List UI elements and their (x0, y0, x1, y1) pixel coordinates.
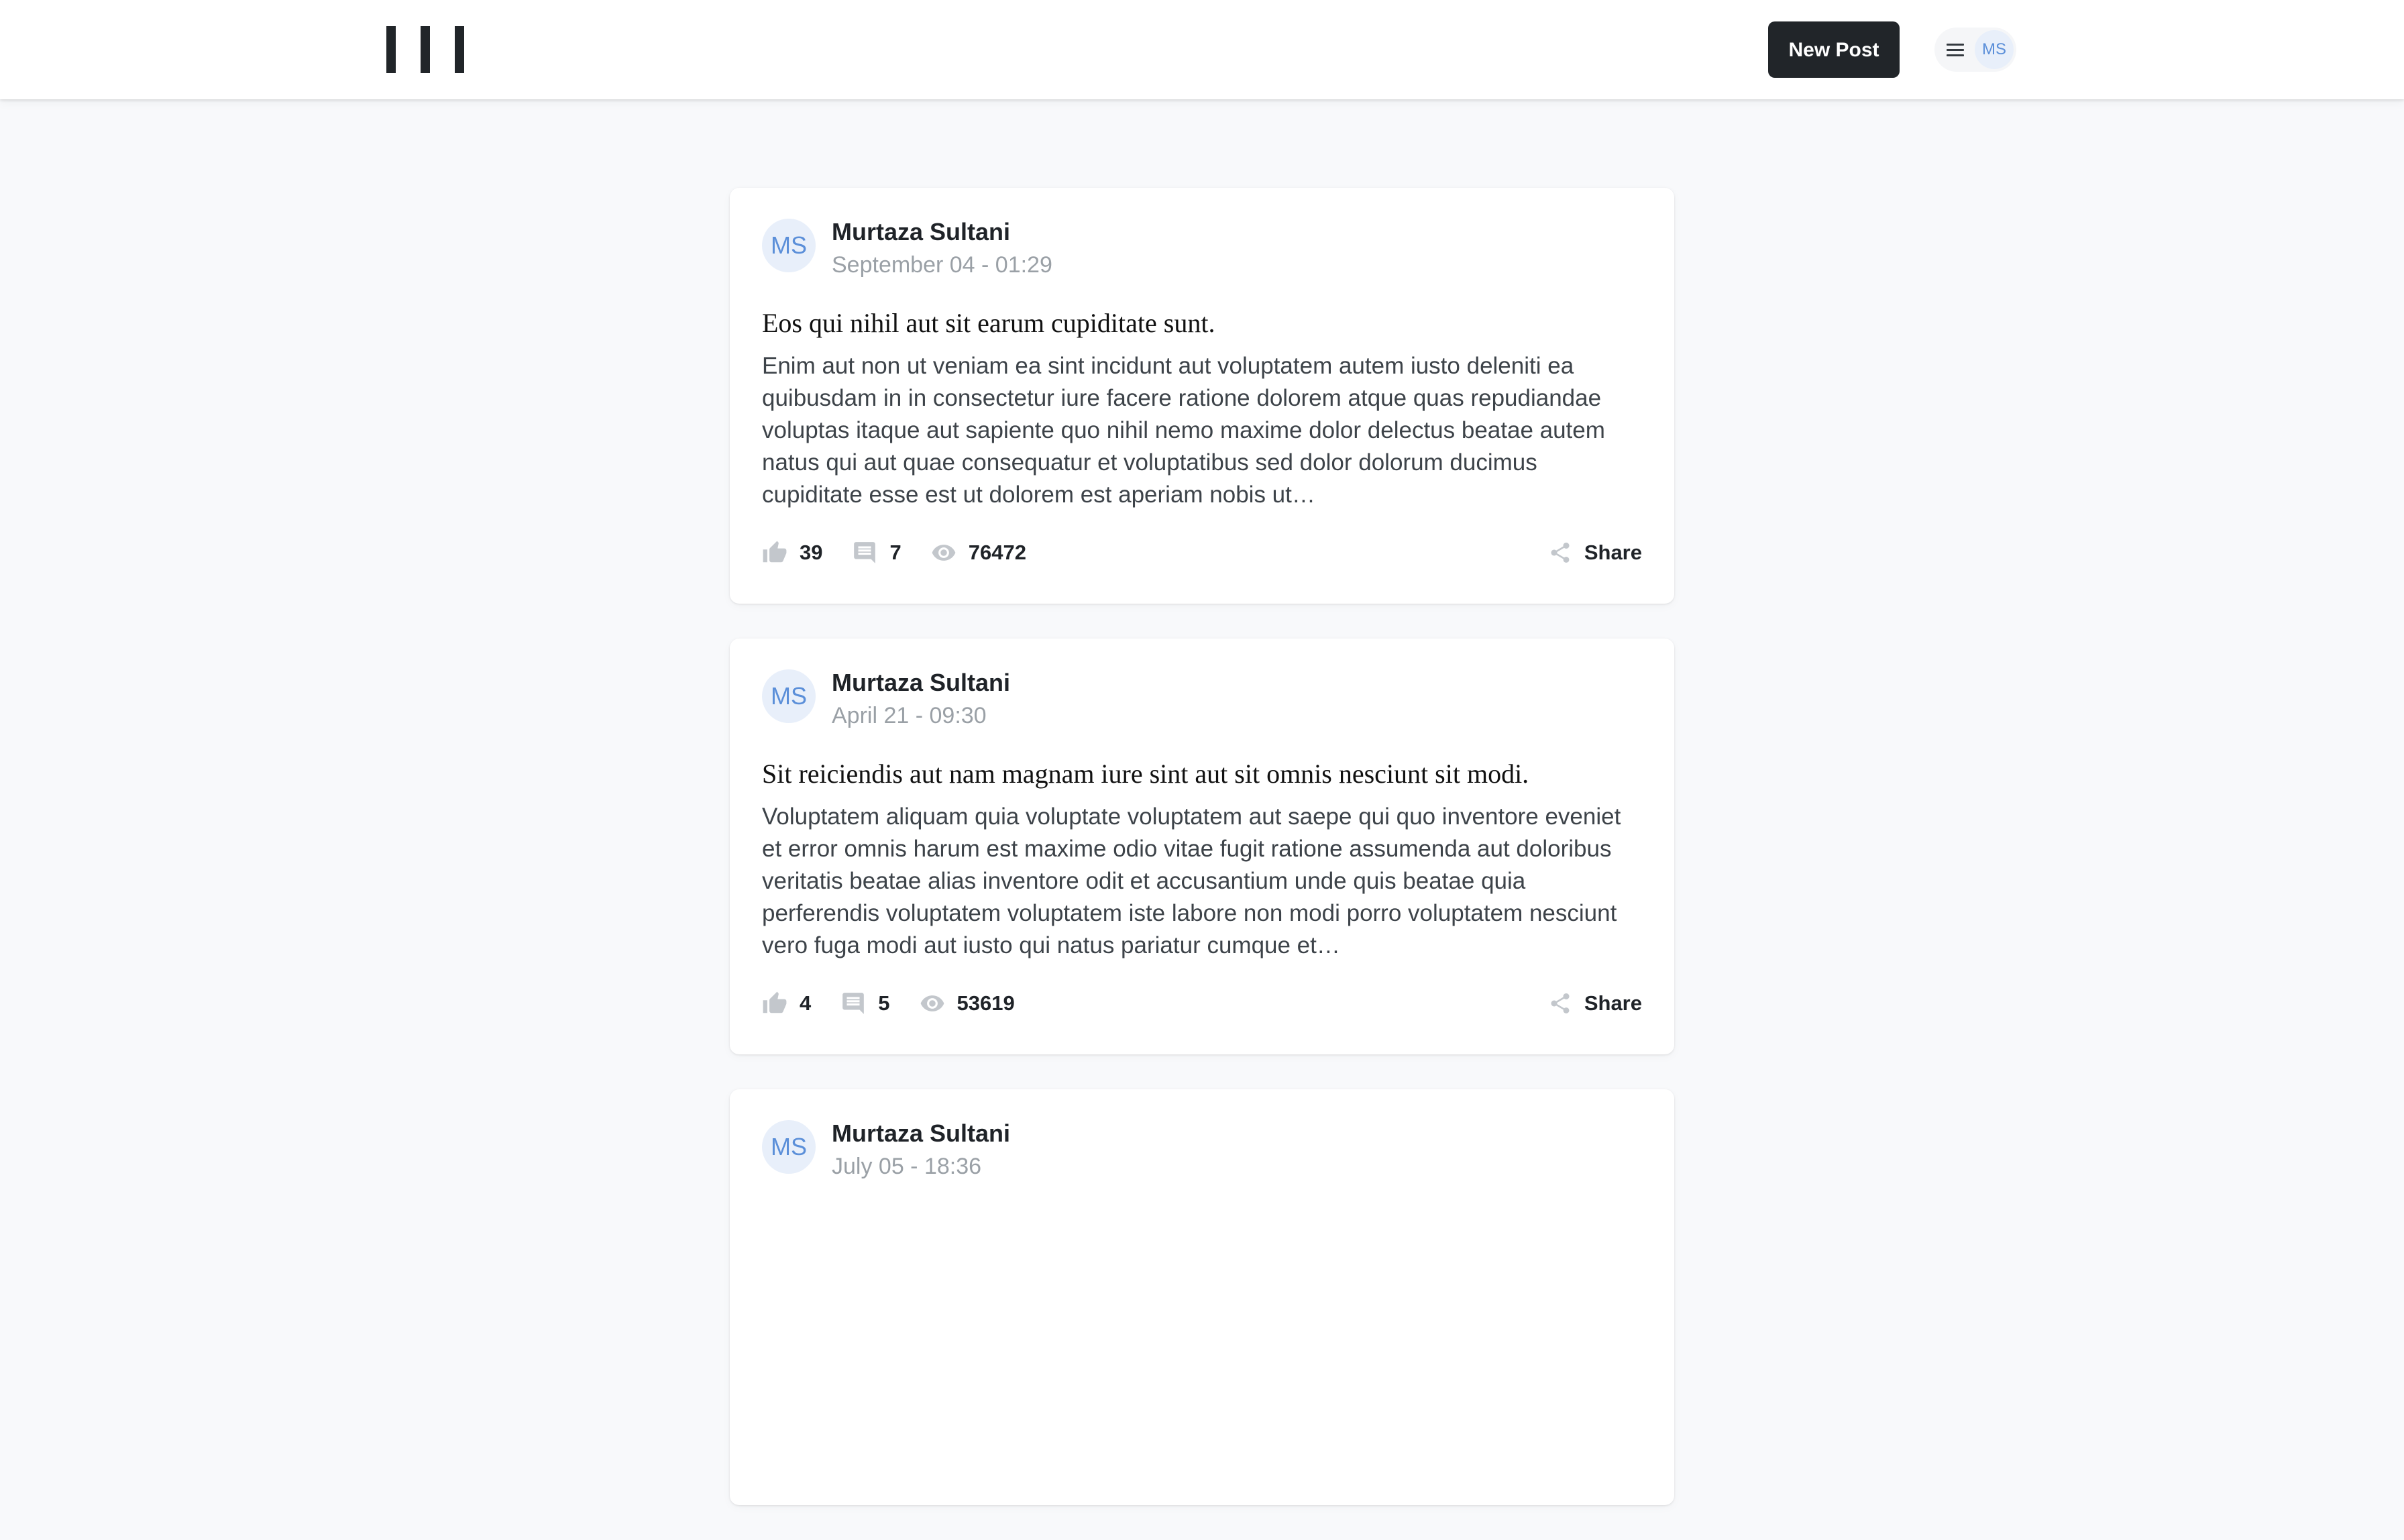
share-label: Share (1584, 541, 1642, 564)
views-stat: 76472 (931, 540, 1026, 565)
author-name[interactable]: Murtaza Sultani (832, 217, 1010, 247)
share-icon (1551, 543, 1570, 563)
eye-icon (932, 545, 956, 561)
comment-bubble-icon (854, 542, 876, 563)
comment-bubble-icon (842, 993, 865, 1014)
post-feed: MS Murtaza Sultani September 04 - 01:29 … (730, 188, 1674, 1540)
share-label: Share (1584, 991, 1642, 1015)
post-date: July 05 - 18:36 (832, 1154, 982, 1179)
post-excerpt: Enim aut non ut veniam ea sint incidunt … (762, 353, 1605, 508)
views-stat: 53619 (920, 991, 1015, 1016)
logo-bars-icon[interactable] (386, 26, 464, 73)
post-title[interactable]: Eos qui nihil aut sit earum cupiditate s… (762, 306, 1642, 341)
author-avatar[interactable]: MS (762, 1120, 816, 1174)
post-card[interactable]: MS Murtaza Sultani July 05 - 18:36 (730, 1089, 1674, 1505)
comment-button[interactable]: 7 (852, 540, 902, 565)
hamburger-menu-icon (1947, 44, 1964, 57)
top-navbar: New Post MS (0, 0, 2404, 99)
post-card[interactable]: MS Murtaza Sultani September 04 - 01:29 … (730, 188, 1674, 604)
thumbs-up-icon (763, 991, 787, 1013)
new-post-button[interactable]: New Post (1768, 21, 1900, 78)
post-date: September 04 - 01:29 (832, 252, 1052, 278)
post-stats: 39 7 76472 (762, 539, 1056, 566)
share-button[interactable]: Share (1548, 990, 1642, 1017)
post-card[interactable]: MS Murtaza Sultani April 21 - 09:30 Sit … (730, 639, 1674, 1054)
share-button[interactable]: Share (1548, 539, 1642, 566)
user-menu-toggle[interactable]: MS (1934, 28, 2016, 72)
thumbs-up-icon (763, 541, 787, 563)
author-avatar[interactable]: MS (762, 219, 816, 272)
like-count: 39 (800, 541, 823, 564)
eye-icon (920, 995, 944, 1011)
comment-button[interactable]: 5 (840, 991, 890, 1016)
user-avatar: MS (1975, 30, 2014, 69)
post-excerpt: Voluptatem aliquam quia voluptate volupt… (762, 804, 1621, 958)
post-date: April 21 - 09:30 (832, 703, 987, 728)
view-count: 53619 (957, 991, 1015, 1015)
author-name[interactable]: Murtaza Sultani (832, 668, 1010, 698)
view-count: 76472 (968, 541, 1026, 564)
author-name[interactable]: Murtaza Sultani (832, 1119, 1010, 1148)
comment-count: 7 (889, 541, 902, 564)
post-title[interactable]: Sit reiciendis aut nam magnam iure sint … (762, 757, 1642, 791)
like-button[interactable]: 39 (762, 540, 822, 565)
post-stats: 4 5 53619 (762, 990, 1044, 1017)
like-button[interactable]: 4 (762, 991, 811, 1016)
like-count: 4 (800, 991, 812, 1015)
comment-count: 5 (878, 991, 890, 1015)
share-icon (1551, 993, 1570, 1013)
author-avatar[interactable]: MS (762, 669, 816, 723)
